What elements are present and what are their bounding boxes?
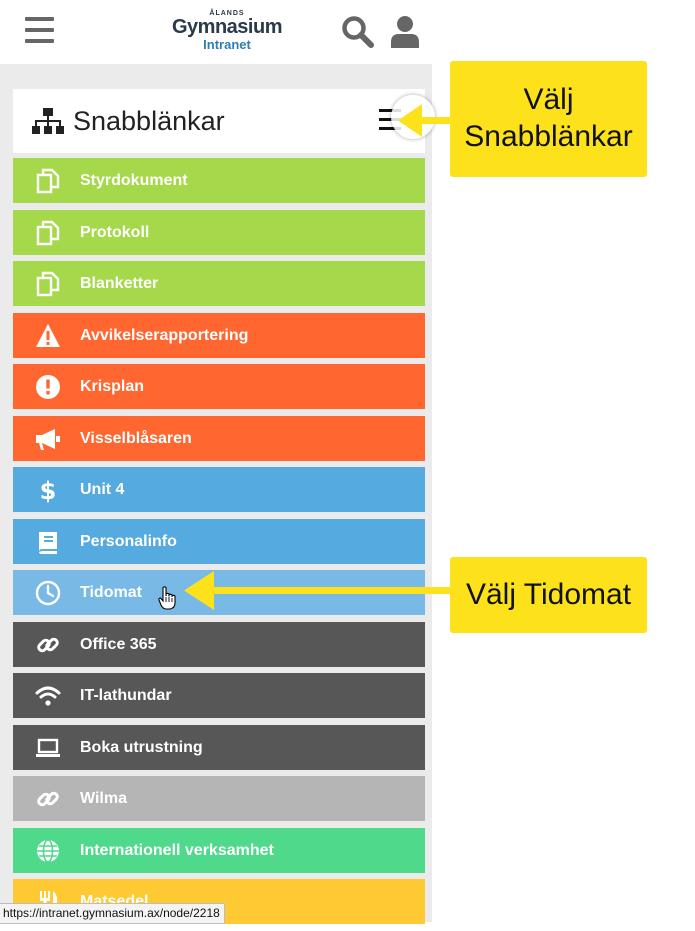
- arrow-to-tidomat: [184, 571, 455, 610]
- annotation-arrows: [184, 104, 455, 610]
- arrow-to-quicklinks: [398, 104, 455, 137]
- browser-status-url: https://intranet.gymnasium.ax/node/2218: [0, 903, 225, 924]
